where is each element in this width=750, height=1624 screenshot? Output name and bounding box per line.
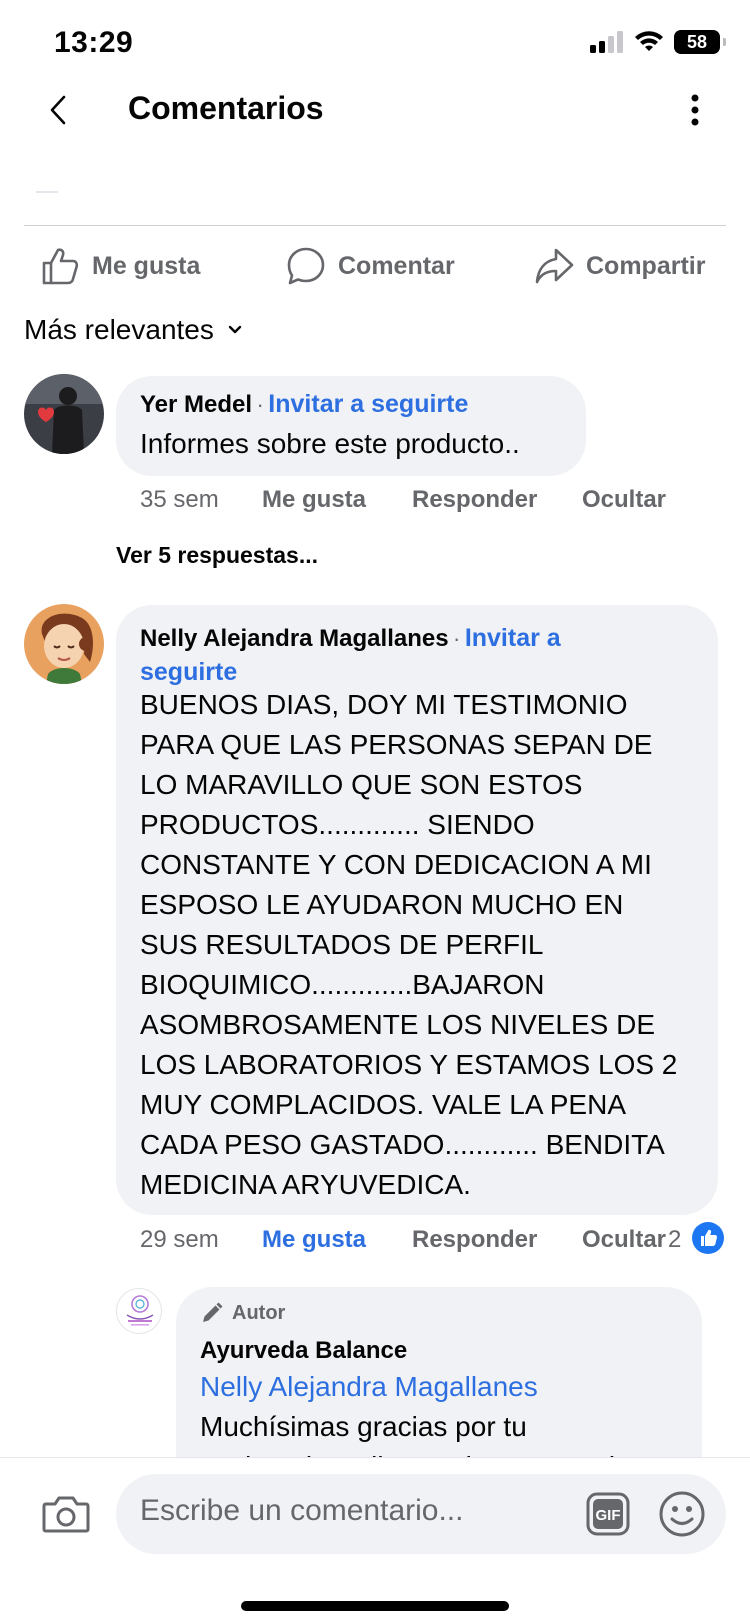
share-arrow-icon [535,248,574,284]
sort-label: Más relevantes [24,314,214,345]
status-icons: 58 [590,30,726,54]
divider [24,225,726,226]
comment-author[interactable]: Yer Medel [140,391,252,418]
comment-line: MEDICINA ARYUVEDICA. [140,1169,471,1200]
comment-author[interactable]: Nelly Alejandra Magallanes [140,625,449,652]
comment-like-button[interactable]: Me gusta [262,1226,366,1254]
comment-line: BIOQUIMICO.............BAJARON [140,969,545,1000]
comment-composer: Escribe un comentario... GIF [0,1457,750,1624]
comment-bubble: Nelly Alejandra Magallanes · Invitar a s… [116,605,718,1215]
more-options-button[interactable] [680,90,710,130]
invite-follow-link[interactable]: Invitar a seguirte [268,390,468,418]
comment-line: PARA QUE LAS PERSONAS SEPAN DE [140,729,653,760]
comment-like-button[interactable]: Me gusta [262,486,366,514]
smiley-icon [659,1491,705,1537]
separator-dot: · [256,392,264,417]
comment-hide-button[interactable]: Ocultar [582,1226,666,1254]
status-time: 13:29 [54,26,134,59]
invite-follow-link-cont[interactable]: seguirte [140,658,237,686]
comment-line: ASOMBROSAMENTE LOS NIVELES DE [140,1009,656,1040]
comment-line: MUY COMPLACIDOS. VALE LA PENA [140,1089,627,1120]
comment-meta: 29 sem Me gusta Responder Ocultar 2 [140,1222,730,1260]
cellular-signal-icon [590,31,623,53]
avatar-nelly [24,604,104,684]
reply-line: Muchísimas gracias por tu [200,1411,527,1442]
avatar[interactable] [24,374,104,454]
share-label: Compartir [586,251,706,280]
comment-line: LOS LABORATORIOS Y ESTAMOS LOS 2 [140,1049,678,1080]
like-label: Me gusta [92,251,201,280]
comment-line: SUS RESULTADOS DE PERFIL [140,929,544,960]
comment-input-placeholder: Escribe un comentario... [140,1494,464,1527]
comment-line: CONSTANTE Y CON DEDICACION A MI [140,849,652,880]
like-reaction-icon [692,1222,724,1261]
header: Comentarios [0,80,750,140]
reply-author[interactable]: Ayurveda Balance [200,1337,407,1365]
share-button[interactable]: Compartir [534,238,705,294]
comment-bubble-icon [287,247,325,285]
pencil-icon [203,1302,223,1322]
comment-button[interactable]: Comentar [286,238,455,294]
gif-icon: GIF [586,1492,630,1536]
author-badge: Autor [200,1301,285,1325]
camera-button[interactable] [40,1488,92,1540]
author-badge-label: Autor [232,1301,286,1324]
thumbs-up-icon [42,248,79,285]
comment-reply-button[interactable]: Responder [412,486,537,514]
chevron-left-icon [50,95,66,125]
avatar-ayurveda-balance [126,1295,154,1326]
comment-label: Comentar [338,251,455,280]
svg-text:GIF: GIF [596,1507,621,1524]
comment-line: LO MARAVILLO QUE SON ESTOS [140,769,583,800]
comment-reply-button[interactable]: Responder [412,1226,537,1254]
home-indicator[interactable] [241,1601,509,1611]
comment-input[interactable]: Escribe un comentario... GIF [116,1474,726,1554]
comment-text: BUENOS DIAS, DOY MI TESTIMONIO PARA QUE … [140,685,710,1205]
wifi-icon [635,31,663,51]
comment-time: 35 sem [140,486,219,513]
comment-line: CADA PESO GASTADO............ BENDITA [140,1129,665,1160]
emoji-button[interactable] [658,1490,706,1538]
view-replies-link[interactable]: Ver 5 respuestas... [116,542,318,569]
chevron-down-icon [228,325,242,334]
back-button[interactable] [40,92,76,128]
like-button[interactable]: Me gusta [40,238,200,294]
page-title: Comentarios [128,90,324,126]
post-content-edge [36,191,58,193]
comment-time: 29 sem [140,1226,219,1253]
post-actions: Me gusta Comentar Compartir [0,238,750,294]
sort-dropdown[interactable]: Más relevantes [24,314,242,346]
comment-text: Informes sobre este producto.. [140,428,520,459]
camera-icon [42,1496,90,1533]
comment-bubble: Yer Medel · Invitar a seguirte Informes … [116,376,586,476]
separator-dot: · [453,626,461,651]
avatar[interactable] [24,604,104,684]
more-vertical-icon [691,94,699,126]
avatar-yer-medel [24,374,104,454]
comment-hide-button[interactable]: Ocultar [582,486,666,514]
battery-icon: 58 [674,30,726,54]
mention-link[interactable]: Nelly Alejandra Magallanes [200,1371,538,1403]
gif-button[interactable]: GIF [586,1492,630,1536]
status-bar: 13:29 58 [0,0,750,90]
comment-line: ESPOSO LE AYUDARON MUCHO EN [140,889,624,920]
avatar[interactable] [116,1288,162,1334]
comment-line: BUENOS DIAS, DOY MI TESTIMONIO [140,689,628,720]
reaction-count[interactable]: 2 [666,1226,682,1254]
comment-meta: 35 sem Me gusta Responder Ocultar [140,486,700,518]
comment-line: PRODUCTOS............. SIENDO [140,809,535,840]
invite-follow-link[interactable]: Invitar a [465,624,561,652]
